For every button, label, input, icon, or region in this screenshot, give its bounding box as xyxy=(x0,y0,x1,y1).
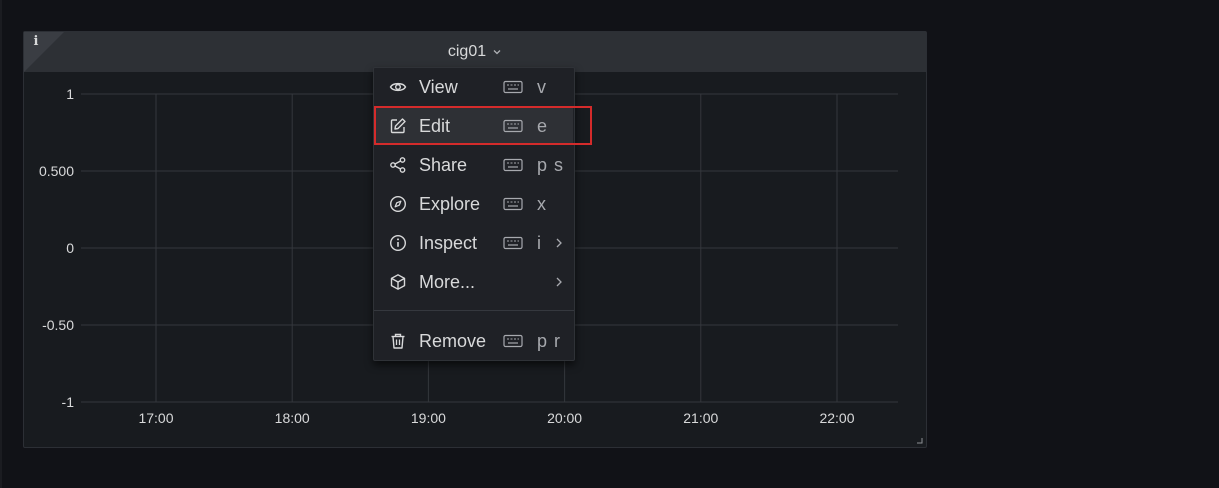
menu-item-inspect[interactable]: Inspect i xyxy=(375,224,573,262)
y-tick-label: 0.500 xyxy=(39,163,74,179)
x-tick-label: 21:00 xyxy=(683,410,718,426)
menu-item-explore[interactable]: Explore x xyxy=(375,185,573,223)
keyboard-icon xyxy=(503,119,523,133)
share-icon xyxy=(390,157,406,173)
menu-item-remove[interactable]: Remove p r xyxy=(375,322,573,360)
menu-item-shortcut: x xyxy=(537,193,547,214)
page-left-edge xyxy=(0,0,2,488)
y-tick-label: 1 xyxy=(66,86,74,102)
cube-icon xyxy=(390,274,406,290)
eye-icon xyxy=(389,82,407,92)
menu-item-shortcut: e xyxy=(537,115,549,136)
menu-item-more[interactable]: More... xyxy=(375,263,573,301)
x-tick-label: 18:00 xyxy=(275,410,310,426)
menu-item-shortcut: p s xyxy=(537,154,565,175)
keyboard-icon xyxy=(503,236,523,250)
y-tick-label: 0 xyxy=(66,240,74,256)
menu-divider xyxy=(374,310,574,311)
menu-item-label: Remove xyxy=(419,330,487,351)
menu-item-shortcut: p r xyxy=(537,330,562,351)
keyboard-icon xyxy=(503,334,523,348)
keyboard-icon xyxy=(503,158,523,172)
compass-icon xyxy=(389,195,407,213)
edit-icon xyxy=(390,118,406,134)
menu-item-view[interactable]: View v xyxy=(375,68,573,106)
x-tick-label: 19:00 xyxy=(411,410,446,426)
y-tick-label: -0.50 xyxy=(42,317,74,333)
keyboard-icon xyxy=(503,80,523,94)
menu-item-label: Edit xyxy=(419,115,451,136)
menu-item-label: Share xyxy=(419,154,468,175)
trash-icon xyxy=(391,333,405,349)
y-tick-label: -1 xyxy=(62,394,75,410)
menu-item-label: Explore xyxy=(419,193,481,214)
x-tick-label: 17:00 xyxy=(138,410,173,426)
chevron-right-icon xyxy=(556,238,562,248)
menu-item-shortcut: i xyxy=(537,232,542,253)
panel-context-menu: View v Edit e Share p s Explore x Inspec… xyxy=(373,67,575,361)
menu-item-label: Inspect xyxy=(419,232,478,253)
info-circle-icon xyxy=(389,234,407,252)
menu-item-shortcut: v xyxy=(537,76,547,97)
x-tick-label: 20:00 xyxy=(547,410,582,426)
chevron-right-icon xyxy=(556,277,562,287)
panel-resize-handle[interactable] xyxy=(917,438,923,444)
menu-item-label: More... xyxy=(419,271,476,292)
menu-item-label: View xyxy=(419,76,458,97)
keyboard-icon xyxy=(503,197,523,211)
menu-item-share[interactable]: Share p s xyxy=(375,146,573,184)
x-tick-label: 22:00 xyxy=(819,410,854,426)
menu-item-edit[interactable]: Edit e xyxy=(375,107,573,145)
